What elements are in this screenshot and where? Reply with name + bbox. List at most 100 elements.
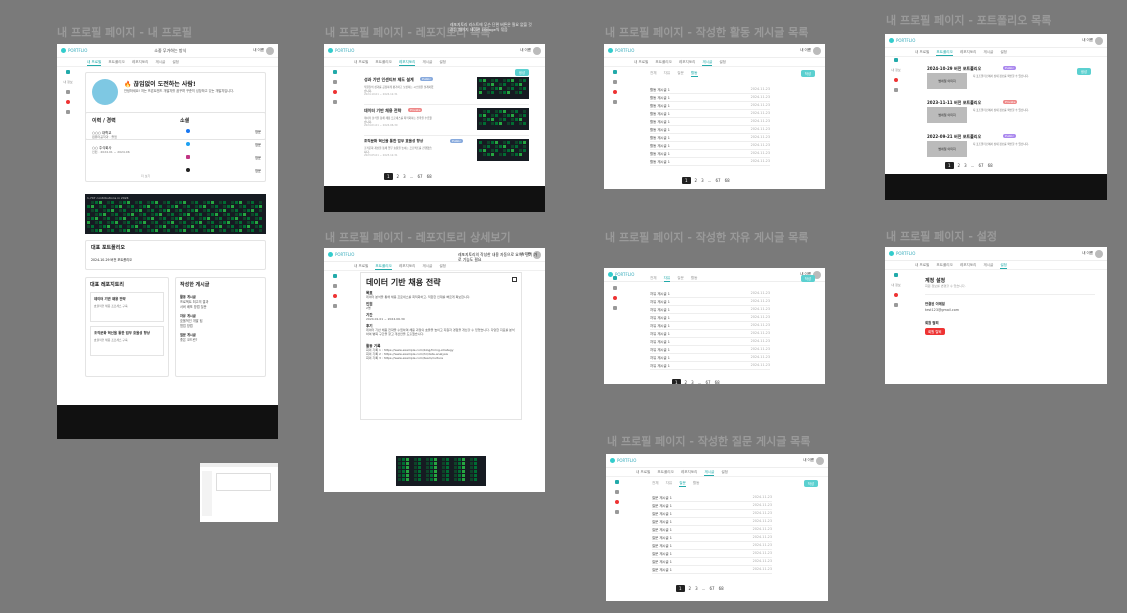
rep-repo-item-1[interactable]: 데이터 기반 채용 전략 효율적인 채용 프로세스 구축 (90, 292, 164, 322)
cat-free[interactable]: 자유 (664, 71, 671, 77)
gear-icon[interactable] (613, 306, 617, 310)
tab-repos[interactable]: 레포지토리 (681, 470, 698, 476)
tab-settings[interactable]: 설정 (1000, 50, 1007, 56)
list-item[interactable]: 질문 게시글 1 2024.11.23 (652, 526, 772, 534)
tab-profile[interactable]: 내 프로필 (634, 60, 648, 66)
cat-question[interactable]: 질문 (679, 481, 686, 487)
page-button[interactable]: 67 (978, 163, 983, 168)
list-item[interactable]: 자유 게시글 1 2024.11.23 (650, 322, 770, 330)
list-item[interactable]: 자유 게시글 1 2024.11.23 (650, 290, 770, 298)
page-button[interactable]: 68 (715, 380, 720, 384)
rep-portfolio-item[interactable]: 2024-10-29 버전 포트폴리오 (91, 257, 260, 262)
home-icon[interactable] (333, 274, 337, 278)
tab-profile[interactable]: 내 프로필 (354, 60, 368, 66)
list-item[interactable]: 자유 게시글 1 2024.11.23 (650, 338, 770, 346)
list-item[interactable]: 활동 게시글 1 2024.11.23 (650, 158, 770, 166)
repo-item[interactable]: 성과 기반 인센티브 제도 설계 Public 직원들의 성과를 공정하게 평가… (364, 77, 529, 105)
tab-profile[interactable]: 내 프로필 (636, 470, 650, 476)
more-link[interactable]: 더 보기 (141, 174, 150, 178)
cat-activity[interactable]: 활동 (690, 71, 698, 77)
logo[interactable]: PORTFLIO (335, 252, 354, 257)
tab-repos[interactable]: 레포지토리 (960, 50, 977, 56)
tab-posts[interactable]: 게시글 (155, 60, 165, 66)
gear-icon[interactable] (613, 100, 617, 104)
tab-repos[interactable]: 레포지토리 (398, 60, 416, 66)
portfolio-item[interactable]: 2023-11-11 버전 포트폴리오 Private 썸네일 이미지 지 포트… (927, 100, 1067, 130)
tab-settings[interactable]: 설정 (439, 60, 446, 66)
list-item[interactable]: 활동 게시글 1 2024.11.23 (650, 110, 770, 118)
tab-settings[interactable]: 설정 (721, 470, 728, 476)
search-text[interactable]: 소중 무가하는 방식 (154, 48, 186, 54)
gear-icon[interactable] (333, 304, 337, 308)
rep-repo-item-2[interactable]: 조직문화 혁신을 통한 업무 효율성 향상 효율적인 채용 프로세스 구축 (90, 326, 164, 356)
list-item[interactable]: 활동 게시글 1 2024.11.23 (650, 102, 770, 110)
tab-portfolio[interactable]: 포트폴리오 (375, 264, 392, 270)
mail-icon[interactable] (613, 80, 617, 84)
page-button[interactable]: 2 (695, 178, 698, 183)
tab-portfolio[interactable]: 포트폴리오 (375, 60, 392, 66)
gear-icon[interactable] (615, 510, 619, 514)
page-button[interactable]: 3 (691, 380, 694, 384)
home-icon[interactable] (613, 70, 617, 74)
list-item[interactable]: 자유 게시글 1 2024.11.23 (650, 330, 770, 338)
tab-posts[interactable]: 게시글 (422, 60, 432, 66)
bell-icon[interactable] (333, 90, 337, 94)
repo-item[interactable]: 조직문화 혁신을 통한 업무 효율성 향상 Public 조직문화 개선을 통해… (364, 139, 529, 169)
home-icon[interactable] (615, 480, 619, 484)
page-button[interactable]: 2 (685, 380, 688, 384)
list-item[interactable]: 질문 게시글 1 2024.11.23 (652, 510, 772, 518)
user-menu[interactable]: 내 이름 (520, 46, 541, 55)
page-button[interactable]: 67 (417, 174, 422, 179)
tab-posts[interactable]: 게시글 (702, 60, 713, 66)
tab-profile[interactable]: 내 프로필 (915, 263, 929, 269)
list-item[interactable]: 질문 게시글 1 2024.11.23 (652, 558, 772, 566)
create-repo-button[interactable]: 생성 (514, 69, 529, 76)
cat-all[interactable]: 전체 (650, 71, 657, 77)
social-instagram[interactable]: 방문 (186, 155, 261, 160)
tab-settings[interactable]: 설정 (719, 60, 726, 66)
write-button[interactable]: 작성 (800, 70, 815, 77)
home-icon[interactable] (894, 58, 898, 62)
cat-activity[interactable]: 활동 (693, 481, 700, 487)
edit-icon[interactable] (512, 277, 517, 282)
page-button[interactable]: 2 (689, 586, 692, 591)
mail-icon[interactable] (333, 80, 337, 84)
bell-icon[interactable] (894, 293, 898, 297)
tab-repos[interactable]: 레포지토리 (132, 60, 149, 66)
list-item[interactable]: 자유 게시글 1 2024.11.23 (650, 354, 770, 362)
logo[interactable]: PORTFLIO (896, 38, 915, 43)
page-button[interactable]: 3 (695, 586, 698, 591)
list-item[interactable]: 질문 게시글 1 2024.11.23 (652, 550, 772, 558)
delete-account-button[interactable]: 회원 탈퇴 (925, 328, 945, 335)
logo[interactable]: PORTFLIO (615, 48, 634, 53)
social-facebook[interactable]: 방문 (186, 129, 261, 134)
page-button[interactable]: 67 (715, 178, 720, 183)
tab-settings[interactable]: 설정 (1000, 263, 1007, 269)
list-item[interactable]: 질문 게시글 1 2024.11.23 (652, 494, 772, 502)
tab-profile[interactable]: 내 프로필 (915, 50, 929, 56)
page-button[interactable]: 1 (945, 162, 954, 169)
user-menu[interactable]: 내 이름 (800, 46, 821, 55)
list-item[interactable]: 활동 게시글 1 2024.11.23 (650, 126, 770, 134)
cat-question[interactable]: 질문 (677, 71, 684, 77)
gear-icon[interactable] (66, 110, 70, 114)
logo[interactable]: PORTFLIO (617, 458, 636, 463)
tab-portfolio[interactable]: 포트폴리오 (936, 263, 953, 269)
list-item[interactable]: 활동 게시글 1 2024.11.23 (650, 86, 770, 94)
home-icon[interactable] (613, 276, 617, 280)
page-button[interactable]: 68 (725, 178, 730, 183)
mail-icon[interactable] (333, 284, 337, 288)
gear-icon[interactable] (894, 303, 898, 307)
bell-icon[interactable] (615, 500, 619, 504)
mail-icon[interactable] (615, 490, 619, 494)
bell-icon[interactable] (333, 294, 337, 298)
bell-icon[interactable] (613, 90, 617, 94)
tab-profile[interactable]: 내 프로필 (87, 60, 102, 66)
post-item[interactable]: 좋은 코드란? (180, 337, 261, 342)
bell-icon[interactable] (66, 100, 70, 104)
list-item[interactable]: 활동 게시글 1 2024.11.23 (650, 94, 770, 102)
list-item[interactable]: 활동 게시글 1 2024.11.23 (650, 150, 770, 158)
list-item[interactable]: 활동 게시글 1 2024.11.23 (650, 118, 770, 126)
tab-posts[interactable]: 게시글 (983, 50, 993, 56)
list-item[interactable]: 활동 게시글 1 2024.11.23 (650, 134, 770, 142)
